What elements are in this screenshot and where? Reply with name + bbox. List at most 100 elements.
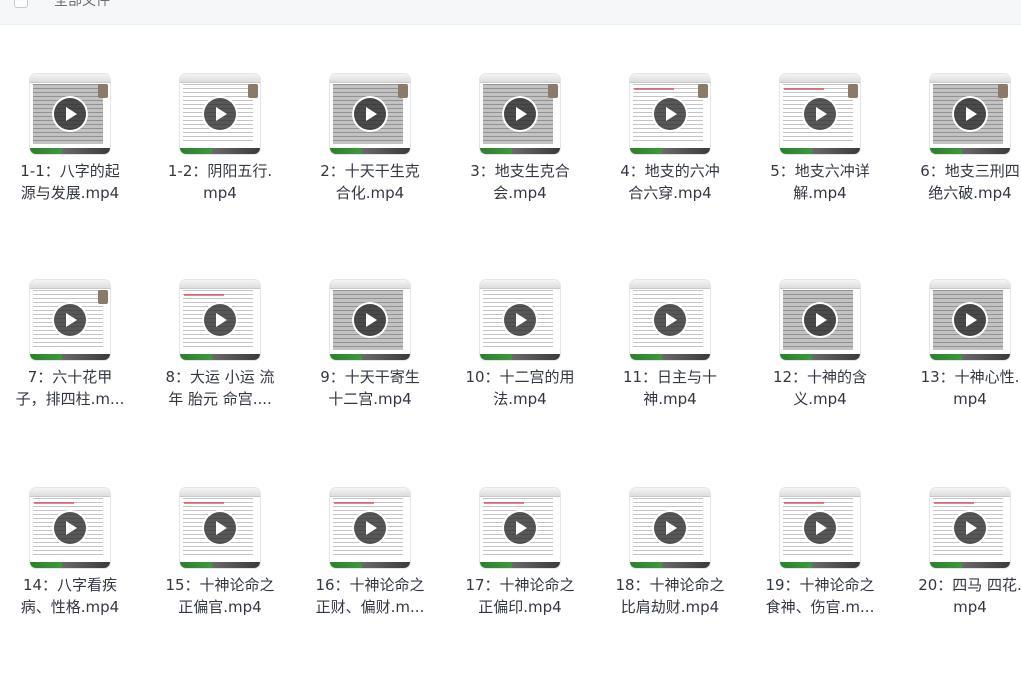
file-item[interactable]: 9：十天干寄生 十二宫.mp4 (300, 280, 450, 470)
thumbnail-taskbar (930, 148, 1010, 154)
file-name[interactable]: 17：十神论命之 正偏印.mp4 (450, 574, 590, 618)
file-name[interactable]: 16：十神论命之 正财、偏财.m... (300, 574, 440, 618)
video-thumbnail[interactable] (630, 488, 710, 568)
play-icon[interactable] (204, 98, 236, 130)
thumbnail-presenter (848, 84, 858, 98)
file-item[interactable]: 14：八字看疾 病、性格.mp4 (0, 488, 150, 678)
video-thumbnail[interactable] (930, 280, 1010, 360)
play-icon[interactable] (354, 98, 386, 130)
thumbnail-toolbar (330, 280, 410, 289)
file-name[interactable]: 4：地支的六冲 合六穿.mp4 (600, 160, 740, 204)
file-name[interactable]: 6：地支三刑四 绝六破.mp4 (900, 160, 1021, 204)
video-thumbnail[interactable] (480, 74, 560, 154)
play-icon[interactable] (954, 304, 986, 336)
file-name[interactable]: 7：六十花甲 子，排四柱.m... (0, 366, 140, 410)
file-name[interactable]: 8：大运 小运 流 年 胎元 命宫.... (150, 366, 290, 410)
play-icon[interactable] (504, 512, 536, 544)
file-item[interactable]: 1-2：阴阳五行. mp4 (150, 74, 300, 264)
play-icon[interactable] (804, 304, 836, 336)
video-thumbnail[interactable] (780, 488, 860, 568)
video-thumbnail[interactable] (930, 488, 1010, 568)
file-name[interactable]: 9：十天干寄生 十二宫.mp4 (300, 366, 440, 410)
play-icon[interactable] (654, 98, 686, 130)
thumbnail-highlight (634, 88, 674, 90)
play-icon[interactable] (804, 512, 836, 544)
file-name[interactable]: 13：十神心性. mp4 (900, 366, 1021, 410)
file-item[interactable]: 11：日主与十 神.mp4 (600, 280, 750, 470)
play-icon[interactable] (654, 512, 686, 544)
video-thumbnail[interactable] (480, 488, 560, 568)
thumbnail-toolbar (630, 488, 710, 497)
file-item[interactable]: 13：十神心性. mp4 (900, 280, 1021, 470)
file-item[interactable]: 1-1：八字的起 源与发展.mp4 (0, 74, 150, 264)
video-thumbnail[interactable] (780, 74, 860, 154)
file-item[interactable]: 18：十神论命之 比肩劫财.mp4 (600, 488, 750, 678)
video-thumbnail[interactable] (330, 280, 410, 360)
thumbnail-highlight (784, 502, 824, 504)
play-icon[interactable] (54, 98, 86, 130)
file-item[interactable]: 5：地支六冲详 解.mp4 (750, 74, 900, 264)
file-item[interactable]: 4：地支的六冲 合六穿.mp4 (600, 74, 750, 264)
video-thumbnail[interactable] (630, 280, 710, 360)
file-item[interactable]: 12：十神的含 义.mp4 (750, 280, 900, 470)
file-item[interactable]: 16：十神论命之 正财、偏财.m... (300, 488, 450, 678)
play-icon[interactable] (354, 512, 386, 544)
file-item[interactable]: 10：十二宫的用 法.mp4 (450, 280, 600, 470)
thumbnail-toolbar (30, 280, 110, 289)
file-name[interactable]: 1-2：阴阳五行. mp4 (150, 160, 290, 204)
thumbnail-taskbar (930, 354, 1010, 360)
file-item[interactable]: 7：六十花甲 子，排四柱.m... (0, 280, 150, 470)
play-icon[interactable] (54, 304, 86, 336)
file-name[interactable]: 2：十天干生克 合化.mp4 (300, 160, 440, 204)
file-name[interactable]: 3：地支生克合 会.mp4 (450, 160, 590, 204)
file-name[interactable]: 19：十神论命之 食神、伤官.m... (750, 574, 890, 618)
video-thumbnail[interactable] (930, 74, 1010, 154)
file-item[interactable]: 17：十神论命之 正偏印.mp4 (450, 488, 600, 678)
file-item[interactable]: 15：十神论命之 正偏官.mp4 (150, 488, 300, 678)
file-name[interactable]: 12：十神的含 义.mp4 (750, 366, 890, 410)
thumbnail-presenter (698, 84, 708, 98)
thumbnail-toolbar (180, 74, 260, 83)
thumbnail-toolbar (930, 74, 1010, 83)
file-name[interactable]: 14：八字看疾 病、性格.mp4 (0, 574, 140, 618)
video-thumbnail[interactable] (330, 74, 410, 154)
file-name[interactable]: 20：四马 四花. mp4 (900, 574, 1021, 618)
file-item[interactable]: 3：地支生克合 会.mp4 (450, 74, 600, 264)
play-icon[interactable] (804, 98, 836, 130)
video-thumbnail[interactable] (630, 74, 710, 154)
file-name[interactable]: 5：地支六冲详 解.mp4 (750, 160, 890, 204)
file-item[interactable]: 8：大运 小运 流 年 胎元 命宫.... (150, 280, 300, 470)
file-name[interactable]: 11：日主与十 神.mp4 (600, 366, 740, 410)
video-thumbnail[interactable] (30, 280, 110, 360)
file-item[interactable]: 20：四马 四花. mp4 (900, 488, 1021, 678)
thumbnail-toolbar (330, 74, 410, 83)
play-icon[interactable] (204, 304, 236, 336)
file-name[interactable]: 1-1：八字的起 源与发展.mp4 (0, 160, 140, 204)
play-icon[interactable] (954, 512, 986, 544)
file-name[interactable]: 15：十神论命之 正偏官.mp4 (150, 574, 290, 618)
play-icon[interactable] (504, 98, 536, 130)
thumbnail-toolbar (930, 280, 1010, 289)
video-thumbnail[interactable] (180, 488, 260, 568)
video-thumbnail[interactable] (180, 280, 260, 360)
video-thumbnail[interactable] (30, 74, 110, 154)
file-item[interactable]: 6：地支三刑四 绝六破.mp4 (900, 74, 1021, 264)
file-item[interactable]: 2：十天干生克 合化.mp4 (300, 74, 450, 264)
play-icon[interactable] (204, 512, 236, 544)
file-name[interactable]: 18：十神论命之 比肩劫财.mp4 (600, 574, 740, 618)
play-icon[interactable] (954, 98, 986, 130)
file-item[interactable]: 19：十神论命之 食神、伤官.m... (750, 488, 900, 678)
play-icon[interactable] (354, 304, 386, 336)
play-icon[interactable] (504, 304, 536, 336)
play-icon[interactable] (654, 304, 686, 336)
video-thumbnail[interactable] (180, 74, 260, 154)
thumbnail-taskbar (180, 354, 260, 360)
thumbnail-presenter (98, 290, 108, 304)
video-thumbnail[interactable] (330, 488, 410, 568)
thumbnail-highlight (184, 294, 224, 296)
play-icon[interactable] (54, 512, 86, 544)
video-thumbnail[interactable] (780, 280, 860, 360)
video-thumbnail[interactable] (480, 280, 560, 360)
file-name[interactable]: 10：十二宫的用 法.mp4 (450, 366, 590, 410)
video-thumbnail[interactable] (30, 488, 110, 568)
